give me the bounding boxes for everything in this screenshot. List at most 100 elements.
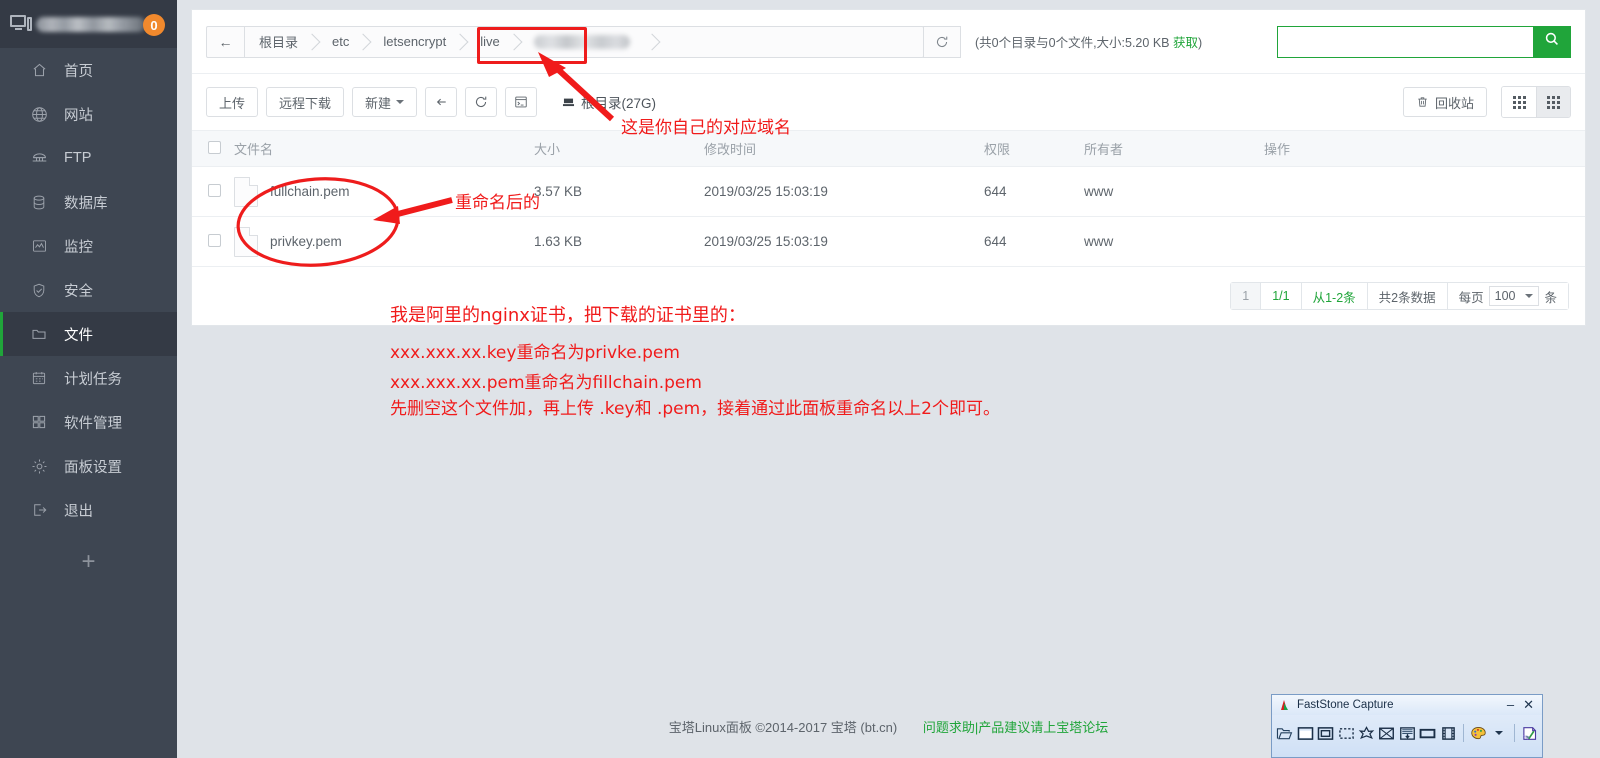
toolbar-refresh-button[interactable] (465, 87, 498, 117)
notification-badge[interactable]: 0 (143, 14, 165, 36)
object-capture-icon[interactable] (1317, 723, 1334, 744)
per-page-select[interactable]: 100 (1488, 286, 1540, 306)
table-row[interactable]: fullchain.pem 3.57 KB 2019/03/25 15:03:1… (192, 166, 1585, 217)
masked-domain-text (533, 34, 630, 49)
video-record-icon[interactable] (1440, 723, 1457, 744)
col-size[interactable]: 大小 (534, 130, 704, 167)
window-capture-icon[interactable] (1296, 723, 1313, 744)
col-permission[interactable]: 权限 (984, 130, 1084, 167)
computer-icon (10, 15, 32, 33)
toolbar-divider (1513, 724, 1515, 742)
breadcrumb-item-letsencrypt[interactable]: letsencrypt (369, 27, 466, 57)
shield-icon (28, 280, 50, 300)
cell-size: 1.63 KB (534, 216, 704, 267)
breadcrumb-items: 根目录 etc letsencrypt live (245, 27, 923, 57)
file-name-link[interactable]: fullchain.pem (270, 184, 350, 199)
palette-dropdown-icon[interactable] (1490, 723, 1507, 744)
editor-icon[interactable] (1520, 723, 1537, 744)
breadcrumb-item-root[interactable]: 根目录 (245, 27, 318, 57)
footer-copyright: 宝塔Linux面板 ©2014-2017 宝塔 (bt.cn) (668, 720, 898, 735)
grid-apps-icon (28, 412, 50, 432)
folder-stats-get-link[interactable]: 获取 (1173, 36, 1198, 50)
sidebar-item-website[interactable]: 网站 (0, 92, 177, 136)
sidebar-item-ftp[interactable]: FTP (0, 136, 177, 180)
sidebar-label: 数据库 (64, 195, 108, 212)
page-of[interactable]: 1/1 (1261, 283, 1302, 309)
page-number[interactable]: 1 (1231, 283, 1262, 309)
row-select-cell (192, 216, 234, 267)
sidebar-label: 软件管理 (64, 415, 122, 432)
new-button[interactable]: 新建 (352, 87, 418, 117)
page-range: 从1-2条 (1301, 283, 1368, 309)
view-toggle-group (1501, 86, 1571, 118)
palette-icon[interactable] (1470, 723, 1487, 744)
view-list-button[interactable] (1536, 87, 1570, 117)
col-mtime[interactable]: 修改时间 (704, 130, 984, 167)
breadcrumb-item-live[interactable]: live (466, 27, 520, 57)
terminal-button[interactable] (505, 87, 538, 117)
file-name-link[interactable]: privkey.pem (270, 234, 342, 249)
breadcrumb-item-etc[interactable]: etc (318, 27, 369, 57)
sidebar-label: 文件 (64, 327, 93, 344)
fullscreen-capture-icon[interactable] (1378, 723, 1395, 744)
cell-owner[interactable]: www (1084, 216, 1264, 267)
sidebar-label: 首页 (64, 63, 93, 80)
sidebar-item-settings[interactable]: 面板设置 (0, 444, 177, 488)
sidebar-item-logout[interactable]: 退出 (0, 488, 177, 532)
cell-mtime: 2019/03/25 15:03:19 (704, 216, 984, 267)
faststone-minimize-button[interactable]: – (1507, 698, 1514, 711)
cell-permission[interactable]: 644 (984, 216, 1084, 267)
faststone-close-button[interactable]: ✕ (1523, 698, 1534, 711)
search-input[interactable] (1277, 25, 1533, 58)
open-icon[interactable] (1276, 723, 1293, 744)
sidebar-item-home[interactable]: 首页 (0, 48, 177, 92)
recycle-bin-button[interactable]: 回收站 (1402, 87, 1487, 117)
cell-operation[interactable] (1264, 216, 1585, 267)
upload-button[interactable]: 上传 (206, 87, 259, 117)
rect-capture-icon[interactable] (1337, 723, 1354, 744)
sidebar-item-database[interactable]: 数据库 (0, 180, 177, 224)
breadcrumb-item-domain-masked[interactable] (520, 27, 658, 57)
cell-filename: fullchain.pem (234, 166, 534, 217)
disk-label-text: 根目录(27G) (581, 96, 657, 111)
fixed-region-icon[interactable] (1419, 723, 1436, 744)
sidebar-add-button[interactable]: + (0, 532, 177, 592)
cell-filename: privkey.pem (234, 216, 534, 267)
select-all-checkbox[interactable] (208, 140, 221, 154)
toolbar-back-button[interactable] (425, 87, 458, 117)
folder-stats-tail: ) (1197, 36, 1203, 50)
sidebar-item-cron[interactable]: 计划任务 (0, 356, 177, 400)
search-button[interactable] (1533, 25, 1571, 58)
col-owner[interactable]: 所有者 (1084, 130, 1264, 167)
disk-info: 根目录(27G) (561, 92, 656, 112)
sidebar-item-monitor[interactable]: 监控 (0, 224, 177, 268)
row-checkbox[interactable] (208, 233, 221, 247)
breadcrumb-back-button[interactable]: ← (207, 26, 245, 57)
faststone-titlebar: FastStone Capture – ✕ (1272, 695, 1542, 715)
remote-download-button[interactable]: 远程下载 (266, 87, 345, 117)
per-page-label: 每页 (1458, 290, 1484, 305)
faststone-logo-icon (1276, 699, 1292, 711)
row-checkbox[interactable] (208, 183, 221, 197)
sidebar-item-software[interactable]: 软件管理 (0, 400, 177, 444)
cell-owner[interactable]: www (1084, 166, 1264, 217)
freehand-capture-icon[interactable] (1358, 723, 1375, 744)
pagination: 1 1/1 从1-2条 共2条数据 每页 100 条 (1230, 282, 1569, 310)
file-table-head: 文件名 大小 修改时间 权限 所有者 操作 (192, 130, 1585, 167)
view-grid-button[interactable] (1502, 87, 1536, 117)
folder-stats-text: (共0个目录与0个文件,大小:5.20 KB (975, 36, 1173, 50)
sidebar-item-security[interactable]: 安全 (0, 268, 177, 312)
col-filename[interactable]: 文件名 (234, 130, 534, 167)
footer-forum-link[interactable]: 问题求助|产品建议请上宝塔论坛 (923, 720, 1108, 735)
cell-permission[interactable]: 644 (984, 166, 1084, 217)
breadcrumb: ← 根目录 etc letsencrypt live (206, 25, 924, 58)
toolbar-divider (1462, 724, 1464, 742)
table-row[interactable]: privkey.pem 1.63 KB 2019/03/25 15:03:19 … (192, 216, 1585, 267)
breadcrumb-refresh-button[interactable] (923, 25, 961, 58)
list-view-icon (1547, 95, 1560, 109)
select-all-cell (192, 130, 234, 167)
toolbar-right: 回收站 (1402, 86, 1571, 118)
scrolling-capture-icon[interactable] (1399, 723, 1416, 744)
cell-operation[interactable] (1264, 166, 1585, 217)
sidebar-item-files[interactable]: 文件 (0, 312, 177, 356)
